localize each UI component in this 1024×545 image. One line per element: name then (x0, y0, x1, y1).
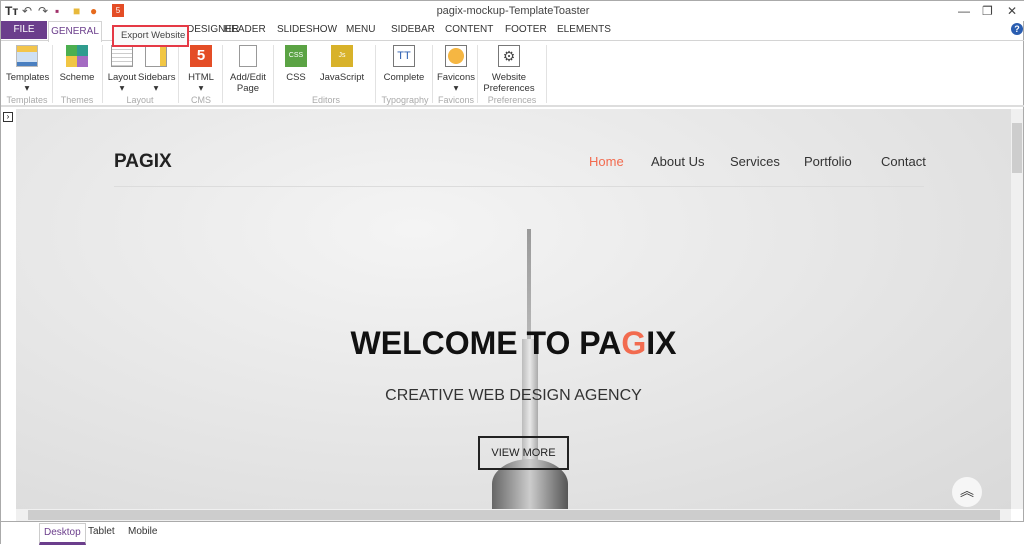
tab-content[interactable]: CONTENT (445, 24, 493, 35)
group-editors: Editors (311, 95, 340, 105)
hero-heading-end: IX (646, 325, 677, 361)
horizontal-scroll-thumb[interactable] (28, 510, 1000, 520)
sidebars-icon (145, 45, 167, 67)
tab-elements[interactable]: ELEMENTS (557, 24, 611, 35)
close-icon[interactable]: ✕ (1007, 4, 1017, 18)
tab-general[interactable]: GENERAL (48, 21, 102, 42)
favicons-button[interactable]: Favicons ▾ (436, 45, 476, 94)
tab-slideshow[interactable]: SLIDESHOW (277, 24, 337, 35)
nav-services[interactable]: Services (730, 154, 780, 169)
css-icon: CSS (285, 45, 307, 67)
design-canvas[interactable]: PAGIX Home About Us Services Portfolio C… (16, 109, 1011, 509)
scheme-button[interactable]: Scheme (57, 45, 97, 83)
add-page-icon (239, 45, 257, 67)
minimize-icon[interactable]: — (958, 4, 970, 18)
gear-icon: ⚙ (498, 45, 520, 67)
group-layout: Layout (126, 95, 154, 105)
templates-label: Templates (6, 72, 50, 83)
scheme-icon (66, 45, 88, 67)
templates-button[interactable]: Templates ▾ (6, 45, 50, 94)
group-templates: Templates (6, 95, 48, 105)
header-divider (114, 186, 924, 187)
website-preferences-button[interactable]: ⚙ Website Preferences (482, 45, 536, 94)
group-favicons: Favicons (437, 95, 474, 105)
html5-icon: 5 (190, 45, 212, 67)
css-button[interactable]: CSS CSS (281, 45, 311, 83)
tab-header[interactable]: HEADER (224, 24, 266, 35)
tab-sidebar[interactable]: SIDEBAR (391, 24, 435, 35)
layout-button[interactable]: Layout ▾ (107, 45, 137, 94)
tab-desktop[interactable]: Desktop (39, 523, 86, 545)
site-logo[interactable]: PAGIX (114, 151, 172, 173)
group-preferences: Preferences (487, 95, 537, 105)
hero-subtitle: CREATIVE WEB DESIGN AGENCY (385, 387, 642, 404)
window-title: pagix-mockup-TemplateToaster (436, 5, 590, 17)
scheme-label: Scheme (59, 72, 95, 83)
hero-heading-accent: G (621, 325, 647, 361)
add-edit-page-label: Add/Edit Page (230, 72, 266, 94)
website-preferences-label: Website Preferences (483, 72, 535, 94)
group-cms: CMS (191, 95, 211, 105)
javascript-label: JavaScript (319, 72, 365, 83)
html-button[interactable]: 5 HTML ▾ (184, 45, 218, 94)
complete-label: Complete (383, 72, 425, 83)
nav-portfolio[interactable]: Portfolio (804, 154, 852, 169)
nav-contact[interactable]: Contact (881, 154, 926, 169)
vertical-scroll-thumb[interactable] (1012, 123, 1022, 173)
layout-icon (111, 45, 133, 67)
templates-icon (16, 45, 38, 67)
vertical-scrollbar[interactable] (1011, 109, 1023, 509)
sidebars-label: Sidebars (138, 72, 176, 83)
layout-label: Layout (107, 72, 137, 83)
export-website-tooltip: Export Website (112, 25, 189, 47)
group-themes: Themes (60, 95, 94, 105)
nav-home[interactable]: Home (589, 154, 624, 169)
html-label: HTML (188, 72, 214, 83)
expand-panel-icon[interactable]: › (3, 112, 13, 122)
tab-footer[interactable]: FOOTER (505, 24, 547, 35)
device-tabs: Desktop Tablet Mobile (1, 521, 1024, 545)
title-bar: Tт ↶ ↷ ▪ ■ ● 5 pagix-mockup-TemplateToas… (1, 1, 1024, 21)
tab-file[interactable]: FILE (1, 21, 47, 39)
group-typography: Typography (381, 95, 429, 105)
js-icon: Js (331, 45, 353, 67)
restore-icon[interactable]: ❐ (982, 4, 993, 18)
javascript-button[interactable]: Js JavaScript (319, 45, 365, 83)
typography-complete-button[interactable]: TT Complete (381, 45, 427, 83)
tab-mobile[interactable]: Mobile (128, 526, 157, 537)
tab-menu[interactable]: MENU (346, 24, 375, 35)
typography-icon: TT (393, 45, 415, 67)
hero-heading-start: WELCOME TO PA (350, 325, 622, 361)
help-icon[interactable]: ? (1011, 23, 1023, 35)
favicon-icon (445, 45, 467, 67)
nav-about-us[interactable]: About Us (651, 154, 704, 169)
tab-tablet[interactable]: Tablet (88, 526, 115, 537)
scroll-top-button[interactable]: ︽ (952, 477, 982, 507)
add-edit-page-button[interactable]: Add/Edit Page (227, 45, 269, 94)
css-label: CSS (286, 72, 306, 83)
sidebars-button[interactable]: Sidebars ▾ (138, 45, 176, 94)
horizontal-scrollbar[interactable] (16, 509, 1011, 521)
hero-heading: WELCOME TO PAGIX (16, 325, 1011, 362)
view-more-button[interactable]: VIEW MORE (478, 436, 569, 470)
favicons-label: Favicons (436, 72, 475, 83)
ribbon: Templates ▾ Scheme Layout ▾ Sidebars ▾ 5 HTM… (1, 41, 1024, 107)
